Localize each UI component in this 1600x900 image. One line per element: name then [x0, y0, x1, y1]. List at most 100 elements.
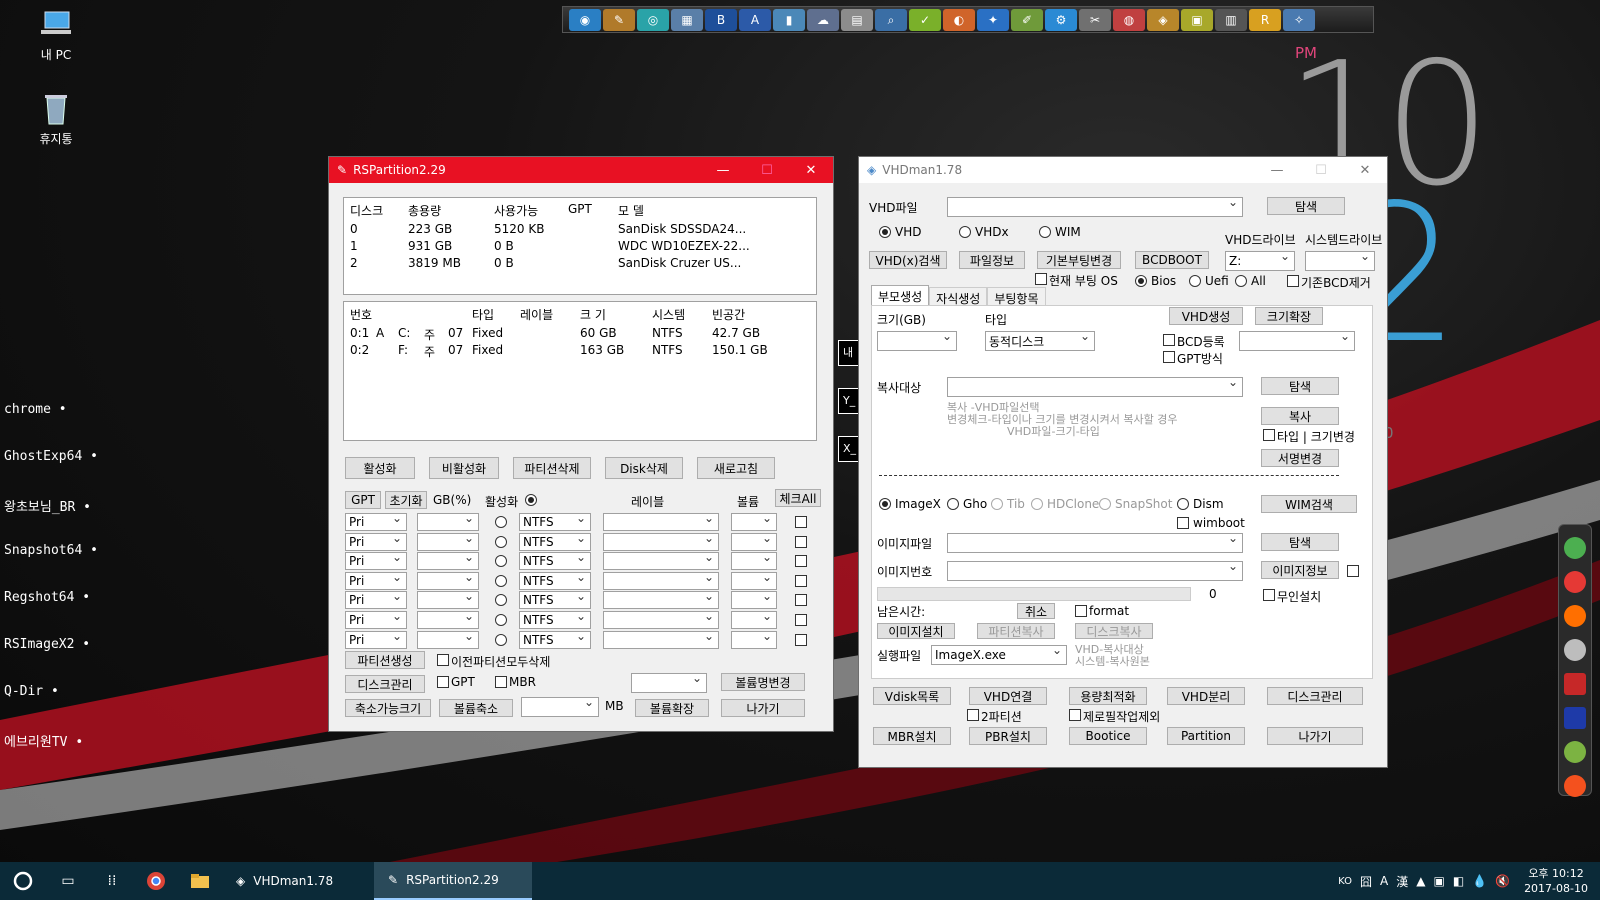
snapshot-radio[interactable] — [1099, 498, 1111, 510]
size-select[interactable] — [417, 591, 479, 610]
desktop-shortcut-link[interactable]: Q-Dir • — [4, 684, 59, 699]
delete-disk-button[interactable]: Disk삭제 — [605, 457, 683, 479]
desktop-shortcut-link[interactable]: RSImageX2 • — [4, 637, 90, 652]
active-radio[interactable] — [495, 633, 507, 646]
expand-size-button[interactable]: 크기확장 — [1255, 307, 1323, 325]
shrinkable-size-button[interactable]: 축소가능크기 — [345, 699, 431, 717]
image-install-button[interactable]: 이미지설치 — [877, 623, 955, 639]
app-icon[interactable] — [1564, 639, 1586, 661]
network-icon[interactable]: ▲ — [1416, 874, 1425, 888]
bcd-select[interactable] — [1239, 331, 1355, 351]
vhd-connect-button[interactable]: VHD연결 — [969, 687, 1047, 705]
volume-letter-select[interactable] — [731, 611, 777, 629]
taskbar-app-rspartition[interactable]: ✎ RSPartition2.29 — [374, 862, 532, 900]
remove-bcd-checkbox[interactable] — [1287, 275, 1299, 287]
terminal-icon[interactable]: ▭ — [46, 862, 90, 900]
tool-icon[interactable]: ✎ — [603, 9, 635, 31]
delete-prev-checkbox[interactable] — [437, 654, 449, 666]
tool-icon[interactable]: ◎ — [637, 9, 669, 31]
taskbar-app-vhdman[interactable]: ◈ VHDman1.78 — [222, 862, 374, 900]
label-select[interactable] — [603, 571, 719, 590]
extend-volume-button[interactable]: 볼륨확장 — [635, 699, 709, 717]
format-checkbox[interactable] — [1075, 605, 1087, 617]
vhd-create-button[interactable]: VHD생성 — [1169, 307, 1243, 325]
type-size-checkbox[interactable] — [1263, 429, 1275, 441]
partition-type-select[interactable]: Pri — [345, 611, 407, 629]
filesystem-select[interactable]: NTFS — [519, 591, 591, 610]
bios-radio[interactable] — [1135, 275, 1147, 287]
volume-letter-select[interactable] — [731, 591, 777, 610]
disk-manage-button[interactable]: 디스크관리 — [345, 675, 425, 693]
copy-button[interactable]: 복사 — [1261, 407, 1339, 425]
browse-vhd-button[interactable]: 탐색 — [1267, 197, 1345, 215]
size-select[interactable] — [417, 513, 479, 531]
folder-icon[interactable] — [178, 862, 222, 900]
partition-type-select[interactable]: Pri — [345, 630, 407, 649]
tool-icon[interactable]: ▮ — [773, 9, 805, 31]
tool-icon[interactable]: ▦ — [671, 9, 703, 31]
default-boot-button[interactable]: 기본부팅변경 — [1037, 251, 1121, 269]
volume-letter-select[interactable] — [731, 571, 777, 590]
tib-radio[interactable] — [991, 498, 1003, 510]
tray-clock[interactable]: 오후 10:12 2017-08-10 — [1524, 866, 1588, 896]
init-button[interactable]: 초기화 — [385, 491, 427, 509]
delete-partition-button[interactable]: 파티션삭제 — [513, 457, 591, 479]
exclude-zero-checkbox[interactable] — [1069, 709, 1081, 721]
desktop-shortcut-link[interactable]: 에브리원TV • — [4, 731, 83, 750]
vhdx-radio[interactable] — [959, 226, 971, 238]
gpt-checkbox[interactable] — [437, 676, 449, 688]
partition-type-select[interactable]: Pri — [345, 571, 407, 590]
sys-drive-select[interactable] — [1305, 251, 1375, 271]
row-checkbox[interactable] — [795, 614, 807, 626]
maximize-button[interactable]: ☐ — [1299, 157, 1343, 183]
partition-list[interactable]: 번호 타입 레이블 크 기 시스템 빈공간 0:1 A C: 주 07 Fixed 60 GB NTFS 4… — [343, 301, 817, 441]
row-checkbox[interactable] — [795, 594, 807, 607]
volume-select[interactable] — [631, 673, 707, 693]
tool-icon[interactable]: B — [705, 9, 737, 31]
my-pc-icon[interactable]: 내 PC — [21, 8, 91, 63]
font-icon[interactable]: A — [1380, 874, 1388, 888]
bcd-register-checkbox[interactable] — [1163, 334, 1175, 346]
vhdx-search-button[interactable]: VHD(x)검색 — [869, 251, 947, 269]
chrome-icon[interactable] — [1564, 537, 1586, 559]
rename-volume-button[interactable]: 볼륨명변경 — [721, 673, 805, 691]
gpt-mode-checkbox[interactable] — [1163, 351, 1175, 363]
active-radio[interactable] — [495, 516, 507, 528]
partition-type-select[interactable]: Pri — [345, 591, 407, 610]
sign-change-button[interactable]: 서명변경 — [1261, 449, 1339, 467]
tool-icon[interactable]: ◐ — [943, 9, 975, 31]
drop-icon[interactable]: 💧 — [1472, 874, 1487, 888]
label-select[interactable] — [603, 532, 719, 551]
active-radio[interactable] — [495, 535, 507, 548]
tool-icon[interactable]: ✂ — [1079, 9, 1111, 31]
two-partition-checkbox[interactable] — [967, 709, 979, 721]
partition-type-select[interactable]: Pri — [345, 532, 407, 551]
pbr-install-button[interactable]: PBR설치 — [969, 727, 1047, 745]
browse-copy-button[interactable]: 탐색 — [1261, 377, 1339, 395]
app-icon[interactable] — [1564, 605, 1586, 627]
app-icon[interactable] — [1564, 741, 1586, 763]
imagex-radio[interactable] — [879, 498, 891, 510]
desktop-shortcut-link[interactable]: GhostExp64 • — [4, 449, 98, 464]
label-select[interactable] — [603, 591, 719, 610]
minimize-button[interactable]: — — [1255, 157, 1299, 183]
vhdman-titlebar[interactable]: ◈ VHDman1.78 — ☐ ✕ — [859, 157, 1387, 183]
label-select[interactable] — [603, 552, 719, 571]
filesystem-select[interactable]: NTFS — [519, 532, 591, 551]
current-boot-checkbox[interactable] — [1035, 273, 1047, 285]
create-partition-button[interactable]: 파티션생성 — [345, 651, 425, 669]
activate-button[interactable]: 활성화 — [345, 457, 415, 479]
size-select[interactable] — [417, 571, 479, 590]
vhd-radio[interactable] — [879, 226, 891, 238]
optimize-button[interactable]: 용량최적화 — [1069, 687, 1147, 705]
bootice-button[interactable]: Bootice — [1069, 727, 1147, 745]
deactivate-button[interactable]: 비활성화 — [429, 457, 499, 479]
partition-type-select[interactable]: Pri — [345, 552, 407, 571]
minimize-button[interactable]: — — [701, 157, 745, 183]
dism-radio[interactable] — [1177, 498, 1189, 510]
filesystem-select[interactable]: NTFS — [519, 513, 591, 531]
browse-image-button[interactable]: 탐색 — [1261, 533, 1339, 551]
partition-copy-button[interactable]: 파티션복사 — [977, 623, 1055, 639]
app-icon[interactable] — [1564, 673, 1586, 695]
maximize-button[interactable]: ☐ — [745, 157, 789, 183]
